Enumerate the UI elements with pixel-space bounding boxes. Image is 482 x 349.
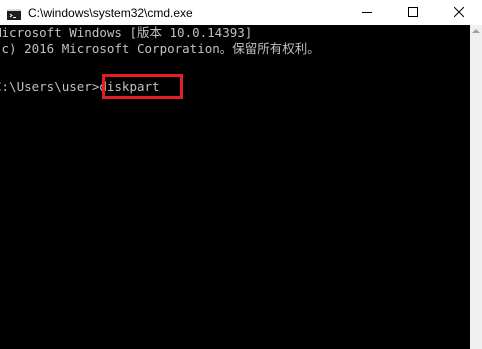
minimize-icon	[362, 4, 372, 22]
maximize-button[interactable]	[390, 0, 436, 25]
scroll-up-arrow-icon[interactable]	[472, 29, 480, 33]
console-line: (c) 2016 Microsoft Corporation。保留所有权利。	[0, 41, 320, 56]
vertical-scrollbar[interactable]	[470, 25, 482, 349]
title-bar[interactable]: C:\windows\system32\cmd.exe	[0, 0, 482, 25]
window-title: C:\windows\system32\cmd.exe	[28, 5, 193, 20]
cmd-window: C:\windows\system32\cmd.exe Microsoft Wi…	[0, 0, 482, 349]
console-line: Microsoft Windows [版本 10.0.14393]	[0, 25, 253, 40]
close-button[interactable]	[436, 0, 482, 25]
console-output[interactable]: Microsoft Windows [版本 10.0.14393] (c) 20…	[0, 25, 470, 349]
cmd-icon	[7, 7, 21, 20]
minimize-button[interactable]	[344, 0, 390, 25]
window-controls	[344, 0, 482, 25]
close-icon	[453, 4, 465, 22]
command-highlight-box	[102, 74, 183, 99]
maximize-icon	[408, 4, 418, 22]
command-prompt: C:\Users\user>	[0, 79, 100, 94]
